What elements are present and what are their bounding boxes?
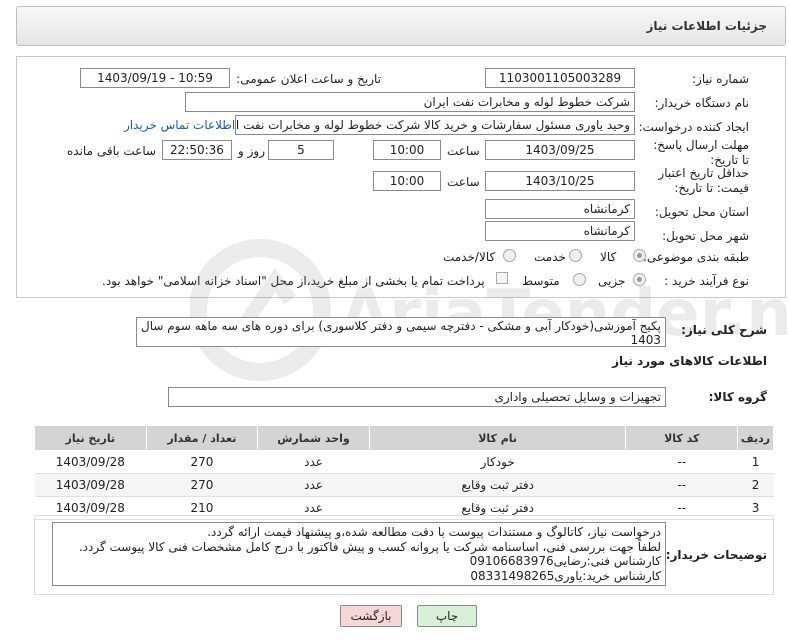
table-row: 1 -- خودکار عدد 270 1403/09/28	[34, 450, 774, 474]
reply-deadline-label: مهلت ارسال پاسخ: تا تاریخ:	[653, 138, 749, 167]
notes-line: درخواست نیاز، کاتالوگ و مستندات پیوست با…	[207, 525, 661, 539]
cell-name: دفتر ثبت وقایع	[369, 473, 626, 497]
cell-row-number: 1	[737, 450, 774, 474]
category-radio-service[interactable]	[569, 249, 582, 262]
goods-group-label: گروه کالا:	[708, 390, 767, 404]
col-header-row-number: ردیف	[737, 425, 774, 451]
notes-line: کارشناس خرید:یاوری08331498265	[470, 568, 661, 583]
city-label: شهر محل تحویل:	[662, 229, 749, 243]
cell-unit: عدد	[257, 473, 370, 497]
remaining-time-field: 22:50:36	[162, 140, 232, 160]
buyer-org-field: شرکت خطوط لوله و مخابرات نفت ایران	[185, 92, 635, 112]
reply-date-field: 1403/09/25	[485, 140, 635, 160]
print-button[interactable]: چاپ	[417, 605, 477, 627]
cell-quantity: 270	[146, 450, 258, 474]
goods-group-field: تجهیزات و وسایل تحصیلی واداری	[168, 387, 666, 407]
announce-datetime-field: 1403/09/19 - 10:59	[80, 68, 230, 88]
buyer-org-label: نام دستگاه خریدار:	[654, 96, 750, 110]
description-label: شرح کلی نیاز:	[681, 323, 767, 337]
items-table: ردیف کد کالا نام کالا واحد شمارش تعداد /…	[34, 425, 774, 520]
requester-field: وحید یاوری مسئول سفارشات و خرید کالا شرک…	[235, 115, 635, 135]
announce-datetime-label: تاریخ و ساعت اعلان عمومی:	[236, 72, 381, 86]
price-validity-date-field: 1403/10/25	[485, 171, 635, 191]
cell-row-number: 2	[737, 473, 774, 497]
need-number-label: شماره نیاز:	[692, 72, 749, 86]
header-panel: جزئیات اطلاعات نیاز	[16, 6, 786, 46]
treasury-payment-note: پرداخت تمام یا بخشی از مبلغ خرید،از محل …	[102, 274, 485, 288]
page-title: جزئیات اطلاعات نیاز	[646, 19, 767, 33]
notes-label: توضیحات خریدار:	[665, 548, 767, 562]
cell-code: --	[625, 450, 738, 474]
province-label: استان محل تحویل:	[654, 205, 749, 219]
days-label: روز و	[238, 144, 265, 158]
purchase-radio-medium[interactable]	[573, 273, 586, 286]
notes-field[interactable]: درخواست نیاز، کاتالوگ و مستندات پیوست با…	[52, 522, 666, 586]
cell-quantity: 270	[146, 473, 258, 497]
cell-date: 1403/09/28	[34, 450, 147, 474]
category-radio-both[interactable]	[503, 249, 516, 262]
cell-name: خودکار	[369, 450, 626, 474]
col-header-name: نام کالا	[368, 425, 627, 451]
category-option-both: کالا/خدمت	[443, 250, 496, 264]
category-radio-goods[interactable]	[633, 249, 646, 262]
col-header-date: تاریخ نیاز	[34, 425, 147, 451]
purchase-option-minor: جزیی	[598, 274, 626, 288]
category-label: طبقه بندی موضوعی:	[642, 250, 749, 264]
requester-label: ایجاد کننده درخواست:	[638, 120, 749, 134]
goods-section-title: اطلاعات کالاهای مورد نیاز	[612, 354, 767, 368]
province-field: کرمانشاه	[485, 199, 635, 219]
col-header-unit: واحد شمارش	[257, 425, 370, 451]
notes-line: کارشناس فنی:رضایی09106683976	[469, 554, 661, 568]
cell-code: --	[625, 473, 738, 497]
purchase-radio-minor[interactable]	[633, 273, 646, 286]
need-number-field: 1103001105003289	[485, 68, 635, 88]
buyer-contact-link[interactable]: اطلاعات تماس خریدار	[124, 118, 235, 132]
category-option-service: خدمت	[534, 250, 566, 264]
table-header-row: ردیف کد کالا نام کالا واحد شمارش تعداد /…	[34, 425, 774, 451]
reply-time-label: ساعت	[447, 144, 480, 158]
remaining-days-field: 5	[268, 140, 334, 160]
col-header-quantity: تعداد / مقدار	[145, 425, 259, 451]
purchase-option-medium: متوسط	[522, 274, 560, 288]
city-field: کرمانشاه	[485, 221, 635, 241]
price-validity-label: حداقل تاریخ اعتبار قیمت: تا تاریخ:	[658, 166, 749, 195]
back-button[interactable]: بازگشت	[340, 605, 402, 627]
table-row: 2 -- دفتر ثبت وقایع عدد 270 1403/09/28	[34, 473, 774, 497]
notes-line: لطفاً جهت بررسی فنی، اساسنامه شرکت یا پر…	[78, 539, 661, 554]
remaining-label: ساعت باقی مانده	[67, 144, 157, 158]
treasury-payment-checkbox[interactable]	[496, 272, 508, 284]
category-option-goods: کالا	[600, 250, 617, 264]
description-field[interactable]: پکیج آموزشی(خودکار آبی و مشکی - دفترچه س…	[136, 317, 666, 347]
cell-date: 1403/09/28	[34, 473, 147, 497]
purchase-type-label: نوع فرآیند خرید :	[664, 274, 749, 288]
price-validity-time-label: ساعت	[447, 175, 480, 189]
price-validity-time-field: 10:00	[373, 171, 441, 191]
reply-time-field: 10:00	[373, 140, 441, 160]
cell-unit: عدد	[257, 450, 370, 474]
col-header-code: کد کالا	[625, 425, 739, 451]
